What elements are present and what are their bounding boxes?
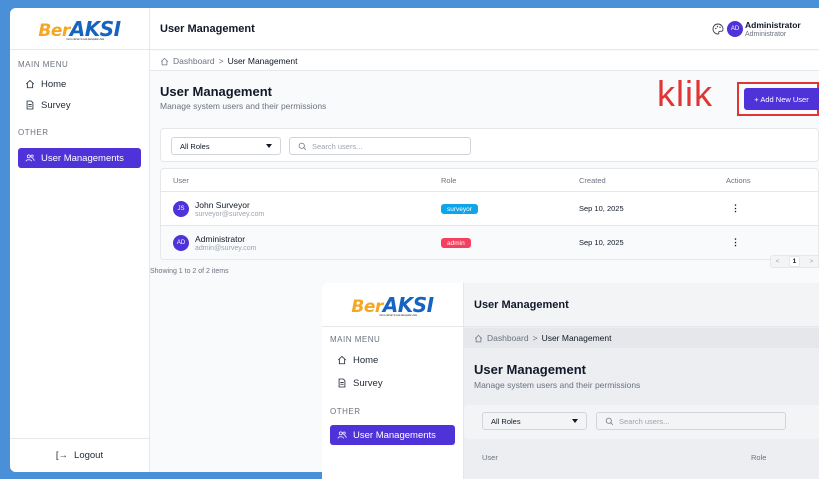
top-bar: User Management AD Administrator Adminis… <box>150 8 819 50</box>
breadcrumb-current: User Management <box>227 56 298 66</box>
role-badge: admin <box>441 238 471 248</box>
sidebar-item-user-managements[interactable]: User Managements <box>330 425 455 445</box>
search-input[interactable] <box>619 416 759 426</box>
chevron-down-icon <box>572 419 578 423</box>
add-new-user-button[interactable]: + Add New User <box>744 88 819 110</box>
palette-icon[interactable] <box>712 23 724 35</box>
breadcrumb-bar: Dashboard > User Management <box>150 51 819 71</box>
role-filter-select[interactable]: All Roles <box>171 137 281 155</box>
search-icon <box>298 142 307 150</box>
sidebar-item-label: User Managements <box>353 429 436 441</box>
page-title: User Management <box>474 362 586 377</box>
sidebar-item-label: User Managements <box>41 152 124 164</box>
row-created: Sep 10, 2025 <box>579 204 624 213</box>
sidebar-item-home[interactable]: Home <box>18 74 141 94</box>
users-icon <box>25 154 35 162</box>
row-avatar: AD <box>173 235 189 251</box>
filter-card: All Roles <box>160 128 819 162</box>
users-icon <box>337 431 347 439</box>
inset-window: BerAKSI Kemudahan Survei, Kecepatan Aksi… <box>322 283 819 479</box>
table-row: AD Administrator admin@survey.com admin … <box>161 225 818 259</box>
column-header-role: Role <box>751 453 767 462</box>
main-menu-label: MAIN MENU <box>330 335 381 344</box>
breadcrumb-root[interactable]: Dashboard <box>173 56 215 66</box>
header-title: User Management <box>160 22 255 35</box>
breadcrumb-bar: Dashboard > User Management <box>464 328 819 348</box>
sidebar-item-label: Survey <box>353 377 383 389</box>
sidebar-item-survey[interactable]: Survey <box>330 373 455 393</box>
breadcrumb: Dashboard > User Management <box>160 56 297 66</box>
inset-content: User Management Dashboard > User Managem… <box>464 283 819 479</box>
document-icon <box>26 100 34 110</box>
user-avatar[interactable]: AD <box>727 21 743 37</box>
search-icon <box>605 417 614 425</box>
logout-label: Logout <box>74 450 104 461</box>
row-email: surveyor@survey.com <box>195 211 265 218</box>
row-actions-menu[interactable]: ⋮ <box>731 237 740 248</box>
brand-logo-mark: BerAKSI Kemudahan Survei, Kecepatan Aksi <box>38 16 121 41</box>
sidebar-item-home[interactable]: Home <box>330 350 455 370</box>
page-title: User Management <box>160 84 272 99</box>
users-table: User Role Created Actions JS John Survey… <box>160 168 819 260</box>
filter-card: All Roles <box>464 405 819 439</box>
row-avatar: JS <box>173 201 189 217</box>
breadcrumb-current: User Management <box>541 333 612 343</box>
column-header-actions: Actions <box>726 176 751 185</box>
inset-sidebar: BerAKSI Kemudahan Survei, Kecepatan Aksi… <box>322 283 464 479</box>
sidebar-item-label: Survey <box>41 99 71 111</box>
logout-button[interactable]: [→ Logout <box>10 438 149 472</box>
breadcrumb-separator: > <box>218 56 224 66</box>
column-header-user: User <box>482 453 498 462</box>
row-actions-menu[interactable]: ⋮ <box>731 203 740 214</box>
column-header-role: Role <box>441 176 457 185</box>
home-icon <box>25 79 35 89</box>
breadcrumb: Dashboard > User Management <box>474 333 611 343</box>
page-subtitle: Manage system users and their permission… <box>474 380 641 390</box>
role-filter-select[interactable]: All Roles <box>482 412 587 430</box>
home-icon <box>337 355 347 365</box>
role-filter-value: All Roles <box>491 416 521 426</box>
breadcrumb-separator: > <box>532 333 538 343</box>
pager-page-1[interactable]: 1 <box>788 256 801 267</box>
top-bar: User Management <box>464 283 819 327</box>
annotation-klik: klik <box>657 73 713 114</box>
home-icon <box>160 57 169 65</box>
pagination: < 1 > <box>770 255 819 268</box>
home-icon <box>474 334 483 342</box>
main-menu-label: MAIN MENU <box>18 60 69 69</box>
role-badge: surveyor <box>441 204 478 214</box>
other-label: OTHER <box>330 407 361 416</box>
sidebar-item-label: Home <box>41 78 67 90</box>
search-box[interactable] <box>596 412 786 430</box>
search-input[interactable] <box>312 141 452 151</box>
row-email: admin@survey.com <box>195 245 257 252</box>
breadcrumb-root[interactable]: Dashboard <box>487 333 529 343</box>
role-filter-value: All Roles <box>180 141 210 151</box>
user-role: Administrator <box>745 31 787 38</box>
pagination-summary: Showing 1 to 2 of 2 items <box>150 268 229 275</box>
search-box[interactable] <box>289 137 471 155</box>
brand-logo-mark: BerAKSI Kemudahan Survei, Kecepatan Aksi <box>351 292 434 317</box>
column-header-created: Created <box>579 176 606 185</box>
header-title: User Management <box>474 298 569 311</box>
sidebar-item-survey[interactable]: Survey <box>18 95 141 115</box>
column-header-user: User <box>173 176 189 185</box>
pager-prev[interactable]: < <box>776 258 780 265</box>
brand-logo[interactable]: BerAKSI Kemudahan Survei, Kecepatan Aksi <box>322 283 463 327</box>
sidebar-item-user-managements[interactable]: User Managements <box>18 148 141 168</box>
page-subtitle: Manage system users and their permission… <box>160 101 327 111</box>
user-name[interactable]: Administrator <box>745 20 819 30</box>
sidebar: BerAKSI Kemudahan Survei, Kecepatan Aksi… <box>10 8 150 472</box>
row-created: Sep 10, 2025 <box>579 238 624 247</box>
table-row: JS John Surveyor surveyor@survey.com sur… <box>161 191 818 225</box>
document-icon <box>338 378 346 388</box>
row-name: John Surveyor <box>195 200 250 210</box>
row-name: Administrator <box>195 234 246 244</box>
chevron-down-icon <box>266 144 272 148</box>
pager-next[interactable]: > <box>810 258 814 265</box>
brand-logo[interactable]: BerAKSI Kemudahan Survei, Kecepatan Aksi <box>10 8 149 50</box>
other-label: OTHER <box>18 128 49 137</box>
logout-icon: [→ <box>55 450 69 461</box>
sidebar-item-label: Home <box>353 354 379 366</box>
